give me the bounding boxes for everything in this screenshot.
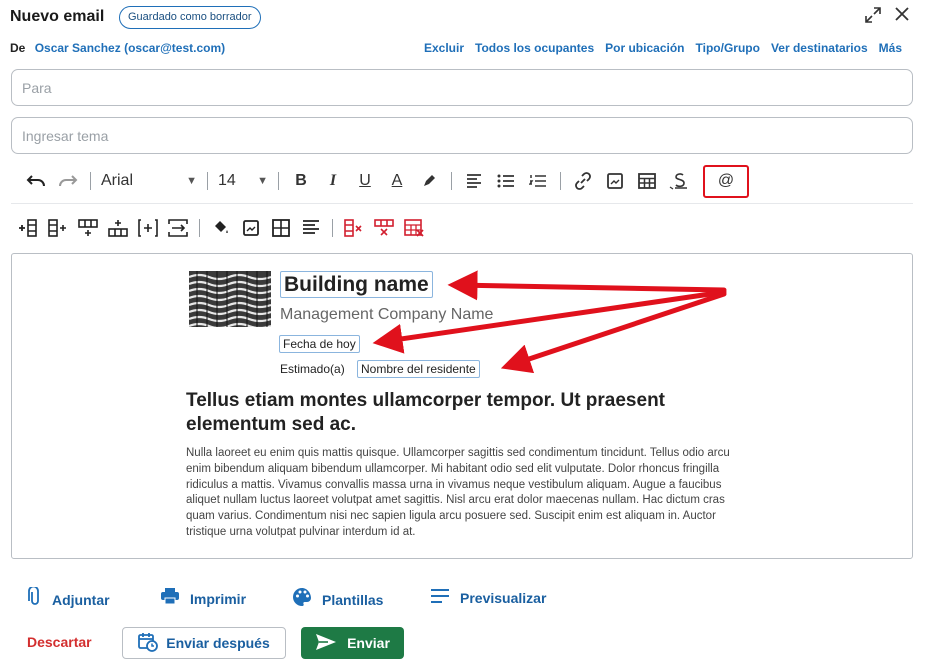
print-label: Imprimir bbox=[190, 591, 247, 607]
toolbar-divider bbox=[11, 203, 913, 204]
recipient-links: Excluir Todos los ocupantes Por ubicació… bbox=[424, 41, 902, 55]
redo-icon[interactable] bbox=[52, 166, 84, 196]
at-icon: @ bbox=[717, 172, 735, 189]
insert-column-after-icon[interactable] bbox=[43, 215, 73, 241]
delete-table-icon[interactable] bbox=[399, 215, 429, 241]
paperclip-icon bbox=[28, 585, 42, 613]
image-icon[interactable] bbox=[599, 166, 631, 196]
preview-button[interactable]: Previsualizar bbox=[430, 587, 546, 609]
toolbar-separator bbox=[90, 172, 91, 190]
from-row: De Oscar Sanchez (oscar@test.com) bbox=[10, 41, 225, 55]
toolbar-separator bbox=[199, 219, 200, 237]
cell-align-icon[interactable] bbox=[296, 215, 326, 241]
table-toolbar bbox=[13, 215, 429, 241]
send-button[interactable]: Enviar bbox=[301, 627, 404, 659]
send-label: Enviar bbox=[347, 635, 390, 651]
palette-icon bbox=[292, 587, 312, 613]
chevron-down-icon: ▼ bbox=[186, 175, 197, 187]
building-name-placeholder[interactable]: Building name bbox=[280, 271, 433, 298]
toolbar-separator bbox=[560, 172, 561, 190]
building-photo bbox=[188, 271, 272, 330]
chevron-down-icon: ▼ bbox=[257, 175, 268, 187]
font-size-select[interactable]: 14 ▼ bbox=[214, 166, 272, 196]
preview-lines-icon bbox=[430, 587, 450, 609]
format-toolbar: Arial ▼ 14 ▼ B I U A @ bbox=[20, 164, 749, 198]
greeting-label: Estimado(a) bbox=[280, 362, 345, 376]
italic-icon[interactable]: I bbox=[317, 166, 349, 196]
link-icon[interactable] bbox=[567, 166, 599, 196]
dialog-title: Nuevo email bbox=[10, 8, 105, 25]
clear-format-icon[interactable] bbox=[663, 166, 695, 196]
resident-name-merge-tag[interactable]: Nombre del residente bbox=[357, 360, 480, 378]
split-cell-icon[interactable] bbox=[133, 215, 163, 241]
printer-icon bbox=[160, 587, 180, 611]
send-icon bbox=[315, 633, 337, 654]
send-later-button[interactable]: Enviar después bbox=[122, 627, 286, 659]
align-icon[interactable] bbox=[458, 166, 490, 196]
send-later-label: Enviar después bbox=[166, 635, 270, 651]
discard-button[interactable]: Descartar bbox=[27, 634, 92, 650]
toolbar-separator bbox=[207, 172, 208, 190]
preview-label: Previsualizar bbox=[460, 590, 547, 606]
delete-column-icon[interactable] bbox=[339, 215, 369, 241]
bold-icon[interactable]: B bbox=[285, 166, 317, 196]
email-editor[interactable]: Building name Management Company Name Fe… bbox=[11, 253, 913, 559]
font-family-select[interactable]: Arial ▼ bbox=[97, 166, 201, 196]
insert-row-after-icon[interactable] bbox=[73, 215, 103, 241]
exclude-link[interactable]: Excluir bbox=[424, 41, 464, 55]
management-company-name: Management Company Name bbox=[280, 306, 494, 323]
insert-column-before-icon[interactable] bbox=[13, 215, 43, 241]
by-location-link[interactable]: Por ubicación bbox=[605, 41, 684, 55]
email-body-paragraph: Nulla laoreet eu enim quis mattis quisqu… bbox=[186, 447, 730, 538]
templates-button[interactable]: Plantillas bbox=[292, 587, 383, 613]
highlight-icon[interactable] bbox=[413, 166, 445, 196]
to-field[interactable]: Para bbox=[11, 69, 913, 106]
templates-label: Plantillas bbox=[322, 592, 384, 608]
insert-row-before-icon[interactable] bbox=[103, 215, 133, 241]
delete-row-icon[interactable] bbox=[369, 215, 399, 241]
view-recipients-link[interactable]: Ver destinatarios bbox=[771, 41, 868, 55]
mention-button[interactable]: @ bbox=[703, 164, 749, 198]
attach-label: Adjuntar bbox=[52, 592, 110, 608]
text-color-icon[interactable]: A bbox=[381, 166, 413, 196]
expand-icon[interactable] bbox=[864, 6, 882, 29]
from-label: De bbox=[10, 41, 26, 55]
more-link[interactable]: Más bbox=[879, 41, 902, 55]
numbered-list-icon[interactable] bbox=[522, 166, 554, 196]
underline-icon[interactable]: U bbox=[349, 166, 381, 196]
all-occupants-link[interactable]: Todos los ocupantes bbox=[475, 41, 594, 55]
attach-button[interactable]: Adjuntar bbox=[28, 585, 110, 613]
font-family-value: Arial bbox=[101, 172, 134, 189]
type-group-link[interactable]: Tipo/Grupo bbox=[696, 41, 760, 55]
cell-image-icon[interactable] bbox=[236, 215, 266, 241]
from-sender[interactable]: Oscar Sanchez (oscar@test.com) bbox=[35, 41, 225, 55]
date-merge-tag[interactable]: Fecha de hoy bbox=[279, 335, 360, 353]
toolbar-separator bbox=[332, 219, 333, 237]
print-button[interactable]: Imprimir bbox=[160, 587, 246, 611]
close-icon[interactable] bbox=[894, 6, 910, 27]
subject-field[interactable]: Ingresar tema bbox=[11, 117, 913, 154]
table-icon[interactable] bbox=[631, 166, 663, 196]
undo-icon[interactable] bbox=[20, 166, 52, 196]
email-heading: Tellus etiam montes ullamcorper tempor. … bbox=[186, 390, 665, 435]
cell-background-icon[interactable] bbox=[206, 215, 236, 241]
table-borders-icon[interactable] bbox=[266, 215, 296, 241]
calendar-clock-icon bbox=[138, 632, 159, 655]
toolbar-separator bbox=[278, 172, 279, 190]
toolbar-separator bbox=[451, 172, 452, 190]
merge-cells-icon[interactable] bbox=[163, 215, 193, 241]
font-size-value: 14 bbox=[218, 172, 236, 189]
draft-status-badge: Guardado como borrador bbox=[119, 6, 261, 29]
bullet-list-icon[interactable] bbox=[490, 166, 522, 196]
